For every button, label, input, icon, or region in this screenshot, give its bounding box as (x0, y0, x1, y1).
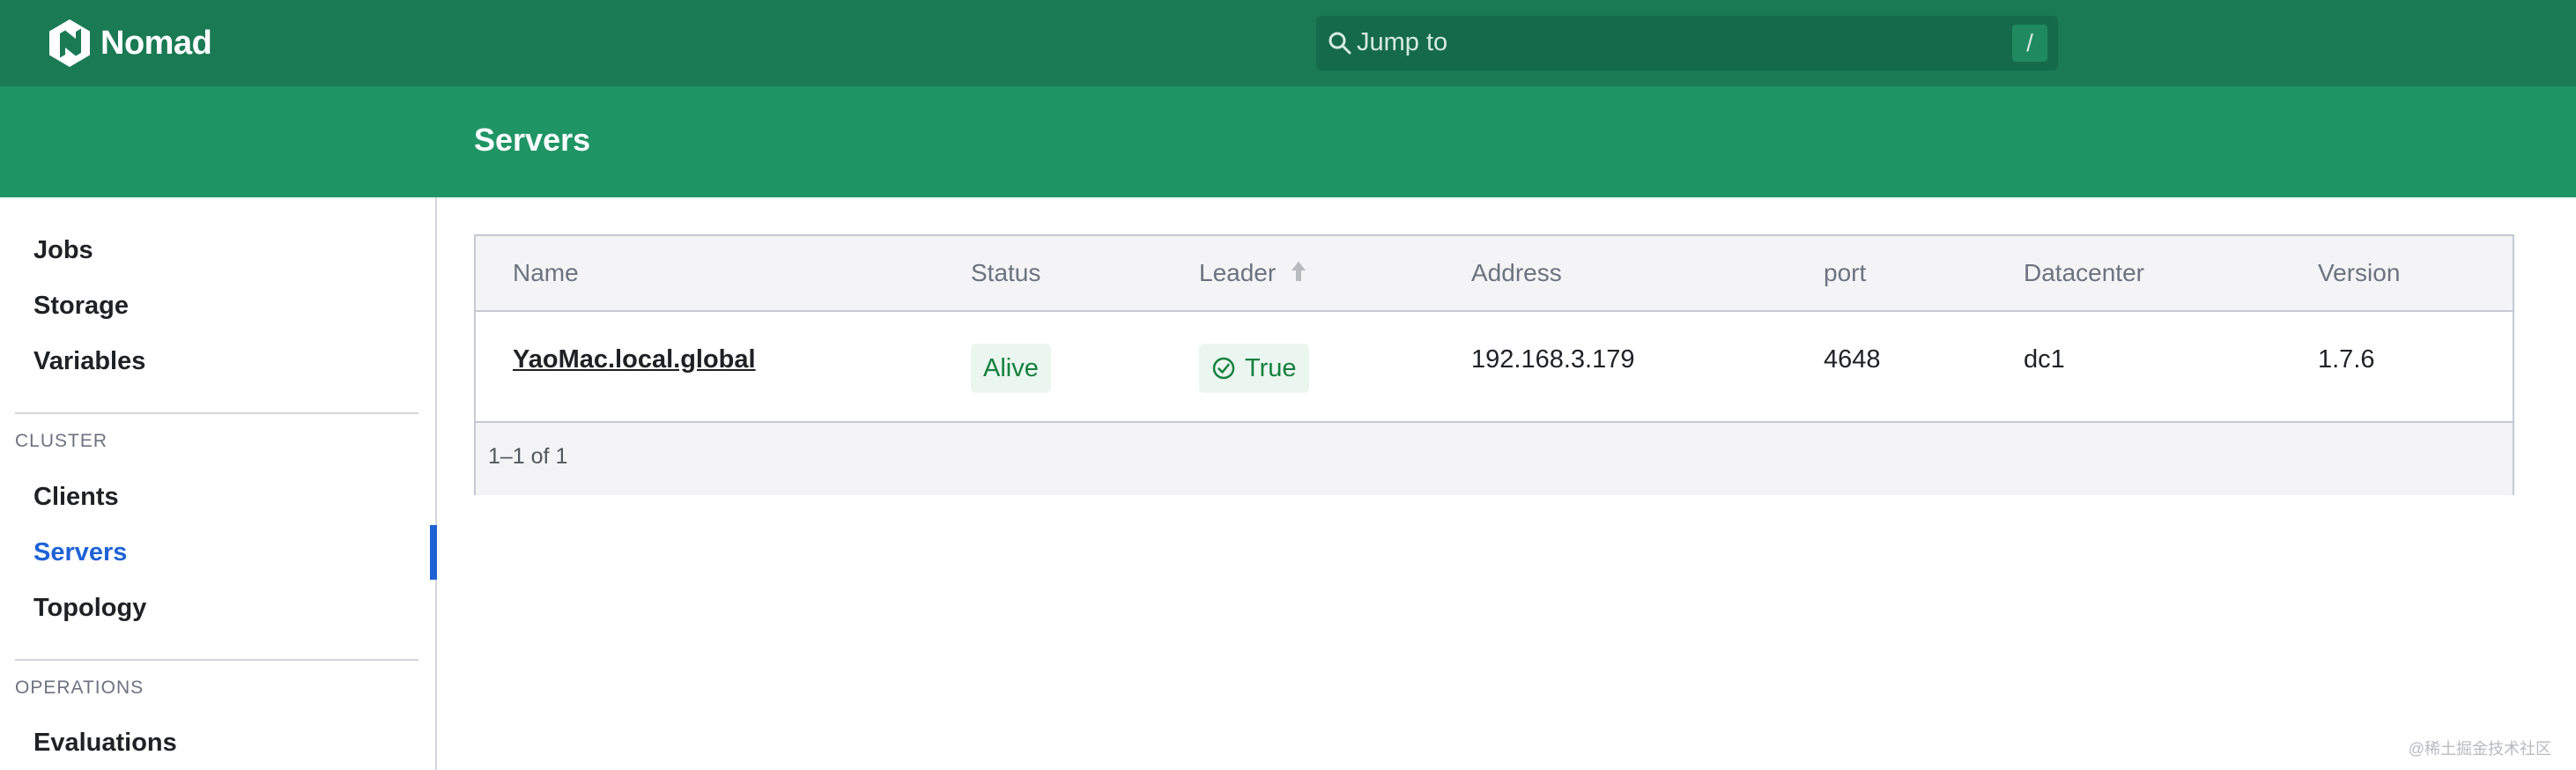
sidebar-item-topology[interactable]: Topology (33, 594, 146, 623)
sidebar-item-evaluations[interactable]: Evaluations (33, 729, 177, 758)
table-footer: 1–1 of 1 (476, 423, 2513, 495)
check-circle-icon (1212, 357, 1235, 380)
server-name-link[interactable]: YaoMac.local.global (513, 345, 756, 374)
sidebar-item-clients[interactable]: Clients (33, 483, 119, 512)
brand-name: Nomad (100, 24, 212, 62)
server-datacenter: dc1 (2024, 345, 2065, 374)
search-shortcut-key: / (2012, 25, 2047, 62)
leader-badge: True (1199, 344, 1309, 393)
sidebar-divider (15, 659, 418, 661)
server-port: 4648 (1824, 345, 1881, 374)
active-indicator (430, 525, 437, 580)
page-title: Servers (474, 122, 591, 158)
search-placeholder: Jump to (1357, 28, 1448, 56)
sort-ascending-icon (1291, 262, 1306, 281)
column-header-leader-label: Leader (1199, 259, 1277, 286)
sidebar-item-storage[interactable]: Storage (33, 292, 129, 321)
column-header-status[interactable]: Status (971, 259, 1040, 287)
column-header-name[interactable]: Name (513, 259, 579, 287)
search-icon (1329, 32, 1351, 55)
brand-logo-link[interactable]: Nomad (49, 19, 212, 67)
table-row[interactable]: YaoMac.local.global Alive True 192.168.3… (476, 312, 2513, 423)
sidebar-item-servers[interactable]: Servers (33, 538, 127, 567)
page-header: Servers (0, 86, 2576, 197)
column-header-datacenter[interactable]: Datacenter (2024, 259, 2144, 287)
sidebar-divider (15, 412, 418, 414)
sidebar-section-operations: OPERATIONS (15, 677, 144, 698)
column-header-version[interactable]: Version (2318, 259, 2400, 287)
top-navbar: Nomad Jump to / (0, 0, 2576, 86)
nomad-logo-icon (49, 19, 90, 67)
leader-badge-label: True (1245, 353, 1297, 382)
table-header: Name Status Leader Address port Datacent… (476, 236, 2513, 312)
column-header-port[interactable]: port (1824, 259, 1866, 287)
server-address: 192.168.3.179 (1471, 345, 1635, 374)
sidebar-item-jobs[interactable]: Jobs (33, 236, 93, 265)
sidebar-item-variables[interactable]: Variables (33, 347, 145, 376)
server-version: 1.7.6 (2318, 345, 2375, 374)
servers-table: Name Status Leader Address port Datacent… (474, 234, 2514, 495)
status-badge: Alive (971, 344, 1051, 393)
status-badge-label: Alive (983, 353, 1039, 382)
pagination-info: 1–1 of 1 (488, 444, 568, 469)
column-header-address[interactable]: Address (1471, 259, 1562, 287)
sidebar: Jobs Storage Variables CLUSTER Clients S… (0, 197, 437, 770)
watermark: @稀土掘金技术社区 (2408, 740, 2551, 758)
column-header-leader[interactable]: Leader (1199, 259, 1307, 287)
sidebar-section-cluster: CLUSTER (15, 431, 108, 451)
search-input[interactable]: Jump to / (1316, 16, 2058, 70)
